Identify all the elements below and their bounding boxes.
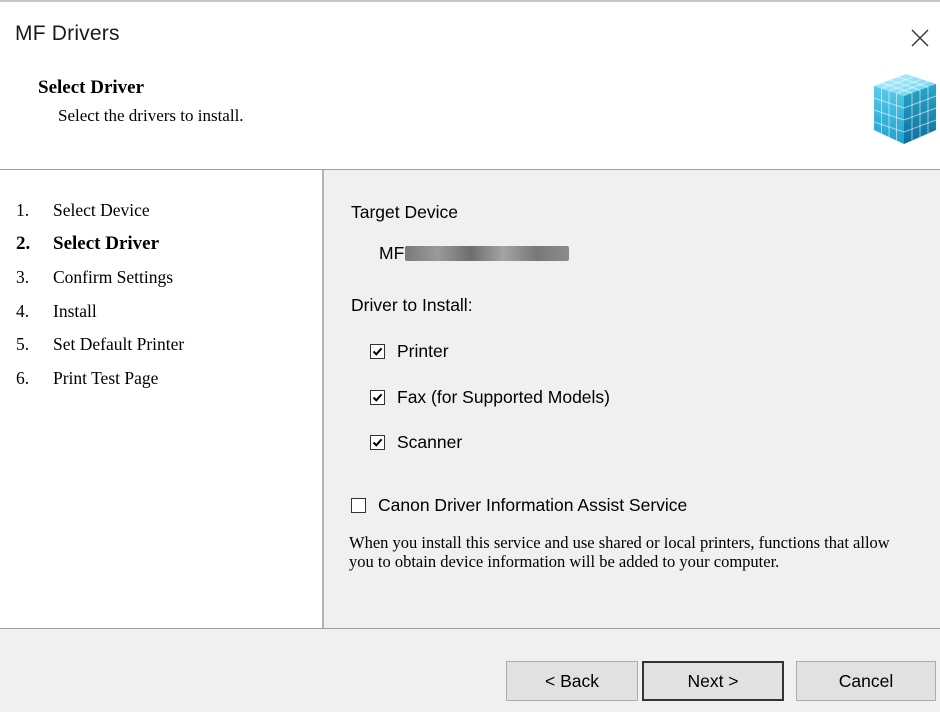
close-button[interactable] bbox=[904, 24, 936, 52]
redacted-device-model bbox=[405, 246, 570, 261]
device-name-prefix: MF bbox=[379, 243, 405, 263]
printer-checkbox[interactable] bbox=[370, 344, 385, 359]
wizard-header: Select Driver Select the drivers to inst… bbox=[0, 60, 940, 168]
device-name: MF bbox=[379, 243, 570, 264]
scanner-checkbox[interactable] bbox=[370, 435, 385, 450]
checkmark-icon bbox=[372, 347, 383, 356]
checkmark-icon bbox=[372, 393, 383, 402]
step-label: Select Driver bbox=[53, 232, 160, 254]
step-item-current: 2. Select Driver bbox=[16, 232, 184, 266]
cancel-button[interactable]: Cancel bbox=[796, 661, 936, 701]
driver-to-install-label: Driver to Install: bbox=[351, 295, 473, 315]
installer-window: MF Drivers Select Driver Select the driv… bbox=[0, 0, 940, 712]
driver-selection-panel: Target Device MF Driver to Install: Prin… bbox=[324, 170, 940, 628]
step-label: Select Device bbox=[53, 200, 150, 220]
step-number: 2. bbox=[16, 232, 31, 254]
step-number: 3. bbox=[16, 267, 30, 287]
step-item: 5. Set Default Printer bbox=[16, 332, 184, 366]
step-label: Set Default Printer bbox=[53, 334, 185, 354]
step-label: Install bbox=[53, 300, 97, 321]
steps-list: 1. Select Device 2. Select Driver 3. Confir… bbox=[16, 198, 184, 399]
printer-checkbox-row[interactable]: Printer bbox=[370, 341, 449, 362]
fax-label: Fax (for Supported Models) bbox=[397, 387, 611, 407]
step-item: 3. Confirm Settings bbox=[16, 265, 184, 299]
page-subtitle: Select the drivers to install. bbox=[58, 106, 244, 125]
scanner-label: Scanner bbox=[397, 432, 463, 452]
fax-checkbox[interactable] bbox=[370, 390, 385, 405]
step-item: 4. Install bbox=[16, 299, 184, 333]
assist-service-checkbox-row[interactable]: Canon Driver Information Assist Service bbox=[351, 495, 687, 516]
checkmark-icon bbox=[372, 438, 383, 447]
step-item: 6. Print Test Page bbox=[16, 366, 184, 400]
page-title: Select Driver bbox=[38, 77, 145, 98]
printer-label: Printer bbox=[397, 341, 449, 361]
steps-panel: 1. Select Device 2. Select Driver 3. Confir… bbox=[0, 170, 322, 628]
close-icon bbox=[911, 29, 929, 47]
step-number: 1. bbox=[16, 200, 30, 220]
assist-service-description: When you install this service and use sh… bbox=[349, 533, 890, 571]
step-number: 5. bbox=[16, 334, 30, 354]
step-item: 1. Select Device bbox=[16, 198, 184, 232]
step-number: 4. bbox=[16, 300, 30, 321]
next-button[interactable]: Next > bbox=[642, 661, 784, 701]
installer-cube-icon bbox=[873, 74, 937, 144]
target-device-label: Target Device bbox=[351, 202, 458, 222]
title-bar: MF Drivers bbox=[0, 4, 940, 48]
scanner-checkbox-row[interactable]: Scanner bbox=[370, 432, 462, 453]
window-title: MF Drivers bbox=[15, 22, 120, 45]
back-button[interactable]: < Back bbox=[506, 661, 638, 701]
assist-service-label: Canon Driver Information Assist Service bbox=[378, 495, 688, 515]
step-label: Print Test Page bbox=[53, 367, 159, 388]
step-label: Confirm Settings bbox=[53, 267, 174, 287]
assist-service-checkbox[interactable] bbox=[351, 498, 366, 513]
wizard-footer: < Back Next > Cancel bbox=[0, 629, 940, 712]
fax-checkbox-row[interactable]: Fax (for Supported Models) bbox=[370, 387, 610, 408]
step-number: 6. bbox=[16, 367, 30, 388]
